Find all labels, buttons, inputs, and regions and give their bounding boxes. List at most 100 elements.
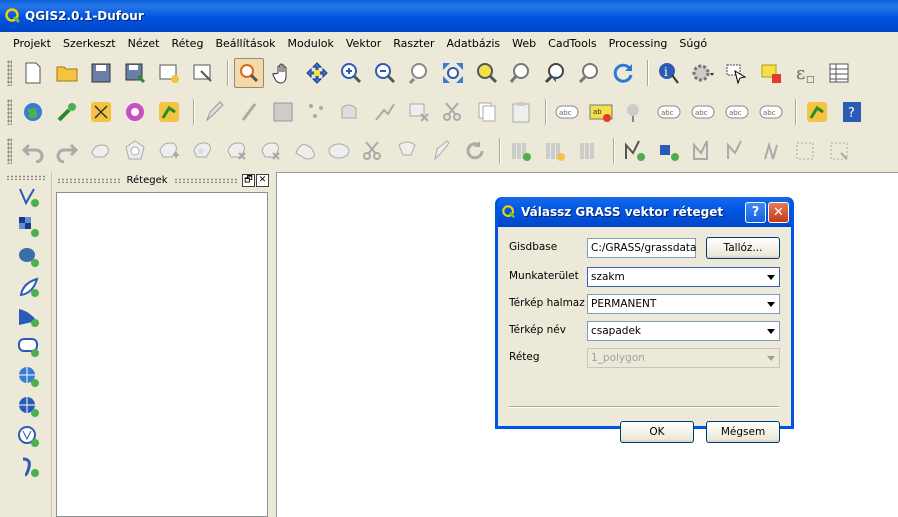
- add-wms-layer-button[interactable]: [14, 364, 44, 390]
- add-feature-button[interactable]: [302, 97, 332, 127]
- add-raster-layer-tb-button[interactable]: [540, 136, 570, 166]
- layers-panel-header[interactable]: Rétegek 🗗 ✕: [53, 172, 271, 189]
- touch-zoom-button[interactable]: [234, 58, 264, 88]
- globe-plugin-button[interactable]: [18, 97, 48, 127]
- grass-region-button[interactable]: [120, 97, 150, 127]
- add-wfs-layer-button[interactable]: [14, 424, 44, 450]
- attribute-table-button[interactable]: [824, 58, 854, 88]
- copy-features-button[interactable]: [472, 97, 502, 127]
- dialog-help-button[interactable]: ?: [745, 201, 766, 223]
- delete-part-button[interactable]: [256, 136, 286, 166]
- undo-button[interactable]: [18, 136, 48, 166]
- zoom-actual-size-button[interactable]: [404, 58, 434, 88]
- add-postgis-layer-button[interactable]: [14, 244, 44, 270]
- refresh-button[interactable]: [608, 58, 638, 88]
- current-edits-button[interactable]: [200, 97, 230, 127]
- map-name-select[interactable]: csapadek: [587, 321, 780, 341]
- pan-to-selection-button[interactable]: [302, 58, 332, 88]
- browse-button[interactable]: Tallóz...: [706, 237, 780, 259]
- new-print-composer-button[interactable]: [154, 58, 184, 88]
- dialog-close-button[interactable]: ✕: [768, 201, 789, 223]
- help-context-button[interactable]: ?: [836, 97, 866, 127]
- add-vector-layer-button[interactable]: [14, 184, 44, 210]
- chevron-down-icon[interactable]: [763, 323, 778, 339]
- menu-web[interactable]: Web: [506, 37, 542, 50]
- menu-projekt[interactable]: Projekt: [7, 37, 57, 50]
- rotate-point-button[interactable]: [460, 136, 490, 166]
- layers-list[interactable]: [56, 192, 268, 517]
- layer-labeling-button[interactable]: ab: [586, 97, 616, 127]
- actions-button[interactable]: [688, 58, 718, 88]
- dialog-titlebar[interactable]: Válassz GRASS vektor réteget ? ✕: [498, 197, 791, 227]
- zoom-last-button[interactable]: [540, 58, 570, 88]
- layer-overview-button[interactable]: [574, 136, 604, 166]
- offset-curve-button[interactable]: [324, 136, 354, 166]
- cad-add-button[interactable]: [620, 136, 650, 166]
- menu-processing[interactable]: Processing: [603, 37, 674, 50]
- open-project-button[interactable]: [52, 58, 82, 88]
- cad-tool-3-button[interactable]: [688, 136, 718, 166]
- add-wcs-layer-button[interactable]: [14, 394, 44, 420]
- change-label-button[interactable]: abc: [756, 97, 786, 127]
- save-project-button[interactable]: [86, 58, 116, 88]
- show-labels-button[interactable]: abc: [654, 97, 684, 127]
- move-feature-button[interactable]: [336, 97, 366, 127]
- zoom-to-selection-button[interactable]: [472, 58, 502, 88]
- close-panel-button[interactable]: ✕: [256, 174, 270, 187]
- menu-vektor[interactable]: Vektor: [340, 37, 387, 50]
- add-mssql-layer-button[interactable]: [14, 304, 44, 330]
- plugin-manager-button[interactable]: [52, 97, 82, 127]
- select-features-button[interactable]: [722, 58, 752, 88]
- reshape-features-button[interactable]: [290, 136, 320, 166]
- add-part-button[interactable]: [154, 136, 184, 166]
- menu-nezet[interactable]: Nézet: [122, 37, 166, 50]
- add-delimited-text-button[interactable]: [14, 454, 44, 480]
- simplify-feature-button[interactable]: [86, 136, 116, 166]
- grass-tools-button[interactable]: [86, 97, 116, 127]
- cut-features-button[interactable]: [438, 97, 468, 127]
- field-calculator-button[interactable]: ε □: [790, 58, 820, 88]
- fill-ring-button[interactable]: [188, 136, 218, 166]
- zoom-next-button[interactable]: [574, 58, 604, 88]
- pin-labels-button[interactable]: [620, 97, 650, 127]
- move-label-button[interactable]: abc: [688, 97, 718, 127]
- menu-cadtools[interactable]: CadTools: [542, 37, 603, 50]
- zoom-full-button[interactable]: [438, 58, 468, 88]
- location-select[interactable]: szakm: [587, 267, 780, 287]
- python-plugin-button[interactable]: [154, 97, 184, 127]
- menu-beallitasok[interactable]: Beállítások: [209, 37, 281, 50]
- rotate-label-button[interactable]: abc: [722, 97, 752, 127]
- cancel-button[interactable]: Mégsem: [706, 421, 780, 443]
- redo-button[interactable]: [52, 136, 82, 166]
- mapset-select[interactable]: PERMANENT: [587, 294, 780, 314]
- save-edits-button[interactable]: [268, 97, 298, 127]
- delete-selected-button[interactable]: [404, 97, 434, 127]
- float-panel-button[interactable]: 🗗: [242, 174, 256, 187]
- zoom-out-button[interactable]: [370, 58, 400, 88]
- chevron-down-icon[interactable]: [763, 269, 778, 285]
- delete-ring-button[interactable]: [222, 136, 252, 166]
- toggle-editing-button[interactable]: [234, 97, 264, 127]
- merge-features-button[interactable]: [426, 136, 456, 166]
- add-oracle-layer-button[interactable]: [14, 334, 44, 360]
- deselect-button[interactable]: [756, 58, 786, 88]
- composer-manager-button[interactable]: [188, 58, 218, 88]
- cad-tool-7-button[interactable]: [824, 136, 854, 166]
- cad-tool-4-button[interactable]: [722, 136, 752, 166]
- zoom-to-layer-button[interactable]: [506, 58, 536, 88]
- cad-edit-button[interactable]: [654, 136, 684, 166]
- cad-tool-5-button[interactable]: [756, 136, 786, 166]
- node-tool-button[interactable]: [370, 97, 400, 127]
- chevron-down-icon[interactable]: [763, 296, 778, 312]
- toolbar-grip[interactable]: [7, 60, 12, 86]
- new-project-button[interactable]: [18, 58, 48, 88]
- pan-button[interactable]: [268, 58, 298, 88]
- menu-szerkeszt[interactable]: Szerkeszt: [57, 37, 122, 50]
- menu-adatbazis[interactable]: Adatbázis: [441, 37, 507, 50]
- label-button[interactable]: abc: [552, 97, 582, 127]
- toolbar-grip[interactable]: [7, 138, 12, 164]
- toolbar-grip[interactable]: [7, 99, 12, 125]
- add-spatialite-layer-button[interactable]: [14, 274, 44, 300]
- menu-reteg[interactable]: Réteg: [165, 37, 209, 50]
- cad-tool-6-button[interactable]: [790, 136, 820, 166]
